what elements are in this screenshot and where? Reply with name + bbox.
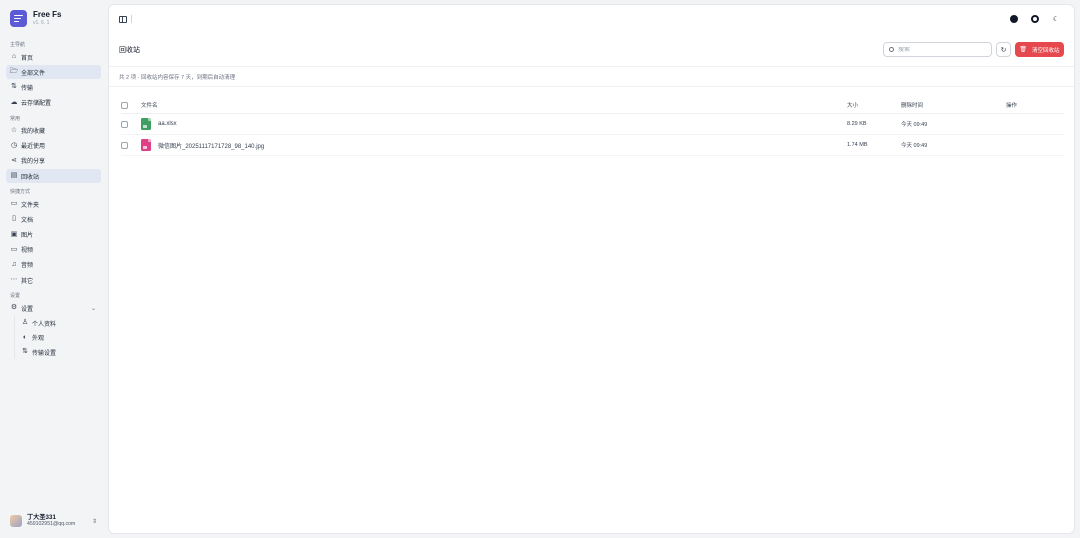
- table-row[interactable]: aa.xlsx 8.29 KB 今天 09:49: [121, 114, 1064, 135]
- main-panel: ☾ 回收站 ↻ 🗑 清空回收站 共 2 项 · 回收站内容保存 7 天，到期后自…: [108, 4, 1075, 534]
- moon-icon[interactable]: ☾: [1052, 15, 1060, 23]
- sidebar-item-favorites[interactable]: ☆ 我的收藏: [6, 124, 101, 138]
- home-icon: ⌂: [11, 53, 17, 60]
- sidebar-item-profile[interactable]: ♙ 个人资料: [17, 316, 101, 330]
- more-icon: ⋯: [10, 276, 18, 284]
- sidebar-item-recent[interactable]: ◷ 最近使用: [6, 139, 101, 153]
- trash-icon: 🗑: [1019, 47, 1028, 53]
- video-icon: ▭: [10, 245, 18, 253]
- settings-icon: ⚙: [10, 304, 18, 312]
- sidebar-item-folders[interactable]: ▭ 文件夹: [6, 197, 101, 211]
- group-label-common: 常用: [10, 115, 21, 122]
- sidebar-item-audio[interactable]: ♫ 音频: [6, 258, 101, 272]
- music-icon: ♫: [11, 260, 17, 268]
- sidebar-item-images[interactable]: ▣ 图片: [6, 228, 101, 242]
- file-size: 1.74 MB: [847, 142, 868, 148]
- select-all-checkbox[interactable]: [121, 101, 128, 109]
- topbar: ☾: [109, 5, 1074, 33]
- settings-submenu: ♙ 个人资料 ◐ 外观 ⇅ 传输设置: [14, 316, 101, 360]
- user-icon: ♙: [21, 319, 29, 326]
- user-menu[interactable]: 丁大圣331 459102951@qq.com ⇕: [6, 512, 101, 530]
- excel-file-icon: [141, 118, 151, 130]
- info-bar: 共 2 项 · 回收站内容保存 7 天，到期后自动清理: [109, 67, 1074, 87]
- search-input[interactable]: [898, 46, 978, 53]
- chevron-down-icon: ⌄: [90, 305, 96, 312]
- sidebar-item-home[interactable]: ⌂ 首页: [6, 50, 101, 64]
- file-table: 文件名 大小 删除时间 操作 aa.xlsx 8.29 KB 今天 09:49 …: [121, 97, 1064, 156]
- image-icon: ▣: [10, 230, 18, 238]
- clock-icon: ◷: [10, 141, 18, 149]
- clear-recycle-bin-button[interactable]: 🗑 清空回收站: [1015, 42, 1064, 57]
- file-size: 8.29 KB: [847, 121, 867, 127]
- group-label-shortcuts: 快捷方式: [10, 189, 31, 196]
- folder-icon: ▭: [10, 200, 18, 208]
- user-email: 459102951@qq.com: [27, 521, 76, 527]
- github-icon[interactable]: [1010, 15, 1018, 23]
- app-logo-icon: [10, 9, 27, 27]
- header-name[interactable]: 文件名: [141, 101, 847, 109]
- share-icon: ⋖: [11, 156, 17, 164]
- settings-icon[interactable]: [1031, 15, 1039, 23]
- row-checkbox[interactable]: [121, 120, 128, 128]
- sidebar-item-settings[interactable]: ⚙ 设置 ⌄: [6, 301, 101, 315]
- header-size[interactable]: 大小: [847, 101, 901, 109]
- sidebar-item-cloud-storage[interactable]: ☁ 云存储配置: [6, 96, 101, 110]
- sidebar-item-shares[interactable]: ⋖ 我的分享: [6, 154, 101, 168]
- transfer-icon: ⇅: [22, 348, 28, 356]
- transfer-icon: ⇅: [11, 83, 17, 91]
- group-label-main: 主导航: [10, 42, 26, 48]
- user-name: 丁大圣331: [27, 514, 56, 521]
- avatar: [10, 515, 22, 527]
- page-header: 回收站 ↻ 🗑 清空回收站: [109, 33, 1074, 67]
- header-ops: 操作: [1006, 103, 1018, 109]
- sidebar-item-transfer[interactable]: ⇅ 传输: [6, 80, 101, 94]
- star-icon: ☆: [10, 126, 18, 134]
- sidebar-item-other[interactable]: ⋯ 其它: [6, 273, 101, 287]
- chevrons-up-down-icon: ⇕: [91, 518, 97, 525]
- trash-icon: ▤: [10, 172, 18, 180]
- divider: [131, 15, 132, 23]
- header-deleted[interactable]: 删除时间: [901, 101, 1006, 109]
- deleted-time: 今天 09:49: [901, 143, 928, 149]
- search-icon: [889, 47, 894, 52]
- sidebar-item-appearance[interactable]: ◐ 外观: [17, 331, 101, 345]
- file-name: aa.xlsx: [158, 121, 177, 127]
- sidebar-item-transfer-settings[interactable]: ⇅ 传输设置: [17, 346, 101, 360]
- sidebar-item-all-files[interactable]: 🗁 全部文件: [6, 65, 101, 80]
- image-file-icon: [141, 139, 151, 151]
- sidebar-item-documents[interactable]: ▯ 文档: [6, 212, 101, 226]
- cloud-icon: ☁: [10, 98, 18, 106]
- file-name: 微信图片_20251117171728_98_140.jpg: [158, 143, 265, 150]
- page-title: 回收站: [119, 46, 140, 54]
- document-icon: ▯: [12, 215, 16, 223]
- table-row[interactable]: 微信图片_20251117171728_98_140.jpg 1.74 MB 今…: [121, 135, 1064, 156]
- search-box[interactable]: [883, 42, 992, 57]
- refresh-icon: ↻: [1000, 46, 1007, 54]
- app-version: v1. 6. 1: [33, 19, 50, 26]
- row-checkbox[interactable]: [121, 141, 128, 149]
- app-name: Free Fs: [33, 9, 62, 19]
- refresh-button[interactable]: ↻: [996, 42, 1011, 57]
- sidebar-item-recycle-bin[interactable]: ▤ 回收站: [6, 169, 101, 184]
- sidebar: Free Fs v1. 6. 1 主导航 ⌂ 首页 🗁 全部文件 ⇅ 传输 ☁ 云存储配…: [0, 0, 107, 538]
- brand[interactable]: Free Fs v1. 6. 1: [6, 0, 101, 36]
- palette-icon: ◐: [22, 333, 28, 341]
- sidebar-toggle-icon[interactable]: [119, 15, 127, 23]
- sidebar-item-videos[interactable]: ▭ 视频: [6, 243, 101, 257]
- deleted-time: 今天 09:49: [901, 122, 928, 128]
- folder-open-icon: 🗁: [9, 68, 19, 76]
- table-header: 文件名 大小 删除时间 操作: [121, 97, 1064, 114]
- group-label-settings: 设置: [10, 293, 21, 300]
